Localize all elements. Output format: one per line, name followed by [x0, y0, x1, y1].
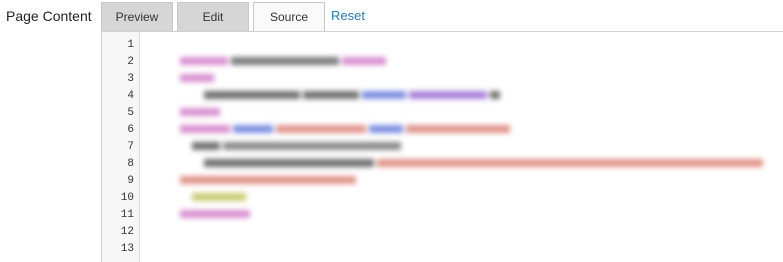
line-number: 10 [120, 192, 134, 204]
tab-preview[interactable]: Preview [101, 2, 173, 31]
code-line [144, 37, 389, 66]
code-line [144, 105, 513, 134]
line-number: 8 [127, 158, 134, 170]
line-number: 12 [120, 226, 134, 238]
source-code-editor[interactable]: 1 2 3 4 5 6 7 8 9 10 11 12 13 [101, 31, 783, 262]
line-number: 1 [127, 39, 134, 51]
line-number: 3 [127, 73, 134, 85]
line-number: 13 [120, 243, 134, 255]
blurred-code-content [144, 32, 783, 262]
code-line [144, 88, 223, 117]
page-content-label: Page Content [6, 8, 92, 24]
code-line [144, 122, 404, 151]
line-number: 6 [127, 124, 134, 136]
code-line [144, 190, 253, 219]
tab-source[interactable]: Source [253, 2, 325, 31]
tab-edit[interactable]: Edit [177, 2, 249, 31]
code-line [144, 173, 249, 202]
reset-link[interactable]: Reset [331, 8, 365, 23]
line-number: 4 [127, 90, 134, 102]
code-line [144, 71, 503, 100]
line-number: 2 [127, 56, 134, 68]
code-line [144, 156, 359, 185]
code-line [144, 139, 766, 168]
line-number: 11 [120, 209, 134, 221]
line-number-gutter: 1 2 3 4 5 6 7 8 9 10 11 12 13 [102, 32, 140, 262]
line-number: 7 [127, 141, 134, 153]
line-number: 9 [127, 175, 134, 187]
code-line [144, 54, 217, 83]
line-number: 5 [127, 107, 134, 119]
